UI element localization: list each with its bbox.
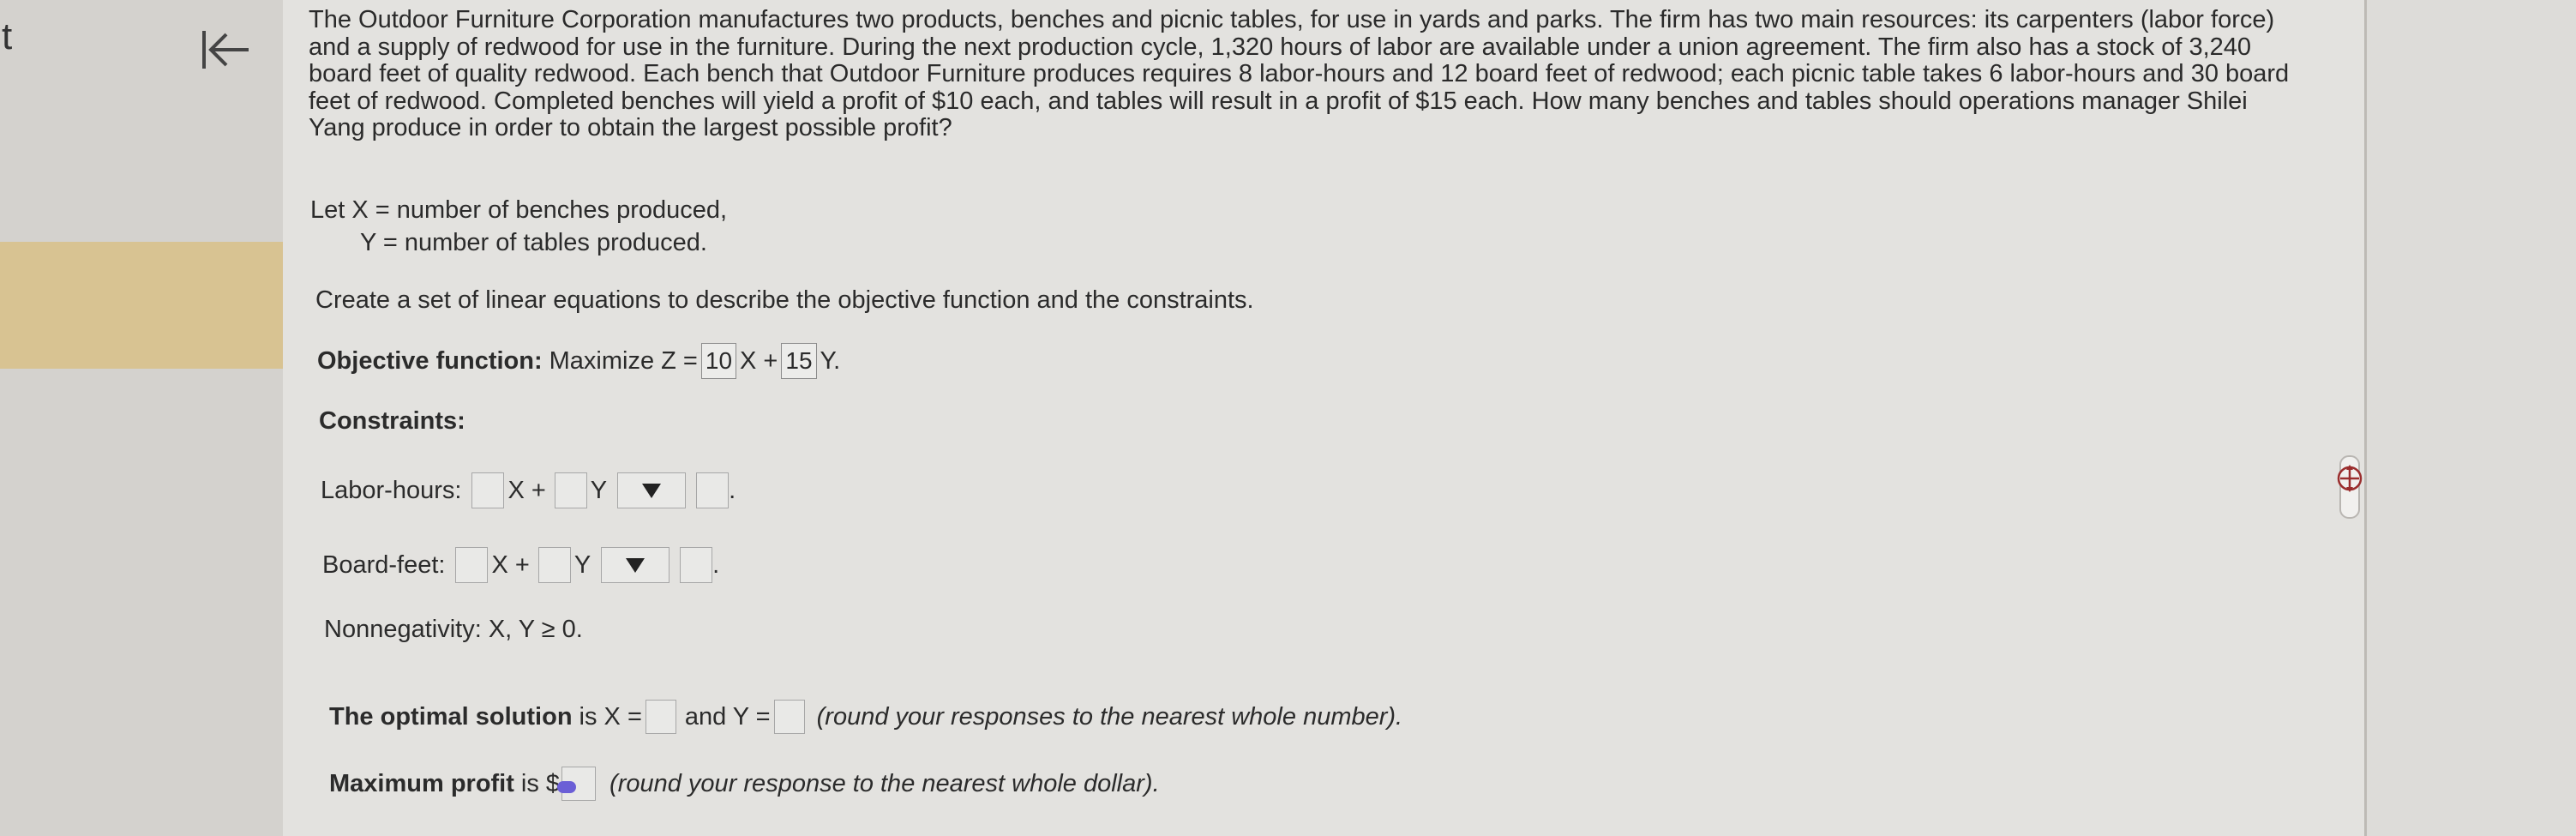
nonnegativity-text: Nonnegativity: X, Y ≥ 0. xyxy=(324,616,583,643)
objective-x-coefficient[interactable]: 10 xyxy=(700,343,737,379)
optimal-y-input[interactable] xyxy=(773,700,805,734)
board-constraint-row: Board-feet: X + Y . xyxy=(322,547,719,583)
right-panel xyxy=(2367,0,2576,836)
objective-x-var: X + xyxy=(740,346,778,375)
objective-text: Maximize Z = xyxy=(549,346,698,375)
labor-constraint-row: Labor-hours: X + Y . xyxy=(321,472,736,508)
problem-statement: The Outdoor Furniture Corporation manufa… xyxy=(309,6,2290,141)
labor-period: . xyxy=(729,476,736,504)
objective-row: Objective function: Maximize Z = 10 X + … xyxy=(317,343,840,379)
max-profit-input[interactable] xyxy=(557,767,597,801)
chevron-down-icon xyxy=(642,483,662,498)
optimal-x-input[interactable] xyxy=(645,700,676,734)
labor-rhs-input[interactable] xyxy=(696,472,730,508)
board-x-var: X + xyxy=(491,550,530,579)
optimal-solution-row: The optimal solution is X = and Y = (rou… xyxy=(329,700,1402,734)
max-profit-row: Maximum profit is $ (round your response… xyxy=(329,767,1160,801)
labor-label: Labor-hours: xyxy=(321,476,462,504)
definition-x: Let X = number of benches produced, xyxy=(310,196,728,224)
definition-y: Y = number of tables produced. xyxy=(360,229,707,256)
optimal-is-x: is X = xyxy=(579,702,642,731)
optimal-note: (round your responses to the nearest who… xyxy=(816,702,1403,731)
left-panel xyxy=(0,0,283,836)
chevron-down-icon xyxy=(626,557,646,573)
board-rhs-input[interactable] xyxy=(680,547,713,583)
instruction-text: Create a set of linear equations to desc… xyxy=(315,286,1254,314)
variable-definitions: Let X = number of benches produced, Y = … xyxy=(310,194,727,259)
optimal-label: The optimal solution xyxy=(329,702,573,731)
profit-label: Maximum profit xyxy=(329,769,514,797)
labor-y-var: Y xyxy=(590,476,608,504)
board-label: Board-feet: xyxy=(322,550,446,579)
back-to-start-icon[interactable] xyxy=(195,24,255,75)
active-question-highlight xyxy=(0,242,283,369)
board-y-input[interactable] xyxy=(537,547,571,583)
labor-relation-dropdown[interactable] xyxy=(617,472,687,508)
board-x-input[interactable] xyxy=(455,547,489,583)
labor-x-input[interactable] xyxy=(471,472,505,508)
board-y-var: Y xyxy=(573,550,591,579)
zoom-move-icon[interactable] xyxy=(2333,453,2368,521)
objective-label: Objective function: xyxy=(317,346,543,375)
board-relation-dropdown[interactable] xyxy=(601,547,670,583)
profit-is: is $ xyxy=(520,769,561,797)
profit-note: (round your response to the nearest whol… xyxy=(609,769,1160,797)
optimal-and-y: and Y = xyxy=(684,702,771,731)
objective-y-var: Y. xyxy=(820,346,841,375)
board-period: . xyxy=(712,550,720,579)
mouse-cursor-icon xyxy=(557,781,577,793)
left-partial-text: t xyxy=(2,15,13,57)
labor-y-input[interactable] xyxy=(554,472,587,508)
objective-y-coefficient[interactable]: 15 xyxy=(781,343,817,379)
labor-x-var: X + xyxy=(507,476,546,504)
constraints-heading: Constraints: xyxy=(319,407,465,435)
